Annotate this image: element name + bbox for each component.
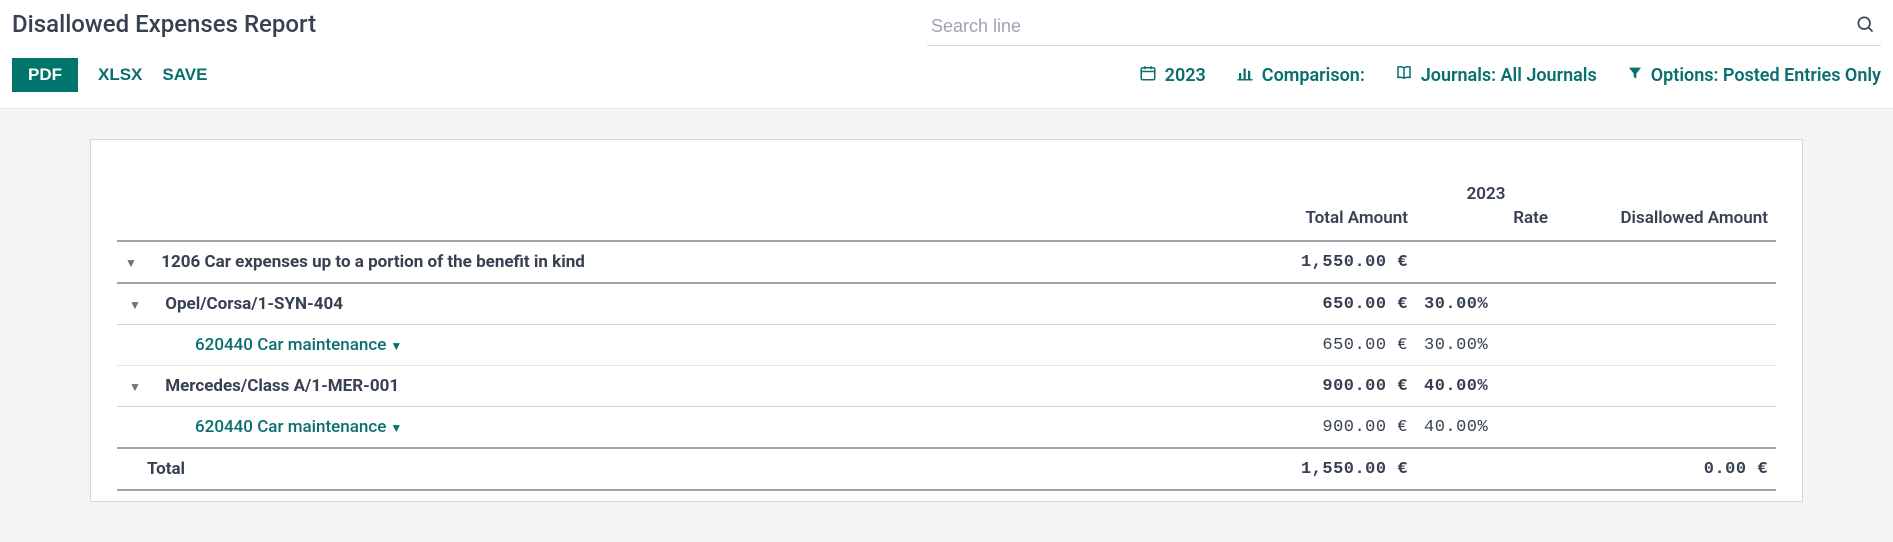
group-name: Mercedes/Class A/1-MER-001 xyxy=(165,376,399,396)
filter-journals[interactable]: Journals: All Journals xyxy=(1395,64,1597,87)
leaf-rate: 40.00% xyxy=(1416,407,1556,449)
search-icon[interactable] xyxy=(1855,14,1875,38)
group-rate: 30.00% xyxy=(1416,283,1556,325)
col-disallowed-amount: Disallowed Amount xyxy=(1556,206,1776,241)
group-total: 900.00 € xyxy=(1226,366,1416,407)
filter-period-label: 2023 xyxy=(1165,65,1206,86)
leaf-row[interactable]: 620440 Car maintenance ▼ 650.00 € 30.00% xyxy=(117,325,1776,366)
save-button[interactable]: SAVE xyxy=(162,65,207,85)
filter-icon xyxy=(1627,65,1643,86)
search-input[interactable] xyxy=(927,10,1881,46)
filter-comparison-label: Comparison: xyxy=(1262,65,1365,86)
caret-down-icon[interactable]: ▼ xyxy=(390,339,402,353)
total-disallowed: 0.00 € xyxy=(1556,448,1776,490)
col-total-amount: Total Amount xyxy=(1226,206,1416,241)
group-total: 650.00 € xyxy=(1226,283,1416,325)
section-name: 1206 Car expenses up to a portion of the… xyxy=(161,252,585,272)
section-total: 1,550.00 € xyxy=(1226,241,1416,283)
group-row[interactable]: ▼ Opel/Corsa/1-SYN-404 650.00 € 30.00% xyxy=(117,283,1776,325)
leaf-row[interactable]: 620440 Car maintenance ▼ 900.00 € 40.00% xyxy=(117,407,1776,449)
group-name: Opel/Corsa/1-SYN-404 xyxy=(165,294,343,314)
group-row[interactable]: ▼ Mercedes/Class A/1-MER-001 900.00 € 40… xyxy=(117,366,1776,407)
leaf-rate: 30.00% xyxy=(1416,325,1556,366)
filter-period[interactable]: 2023 xyxy=(1139,64,1206,87)
filter-options-label: Options: Posted Entries Only xyxy=(1651,65,1881,86)
filter-journals-label: Journals: All Journals xyxy=(1421,65,1597,86)
report-panel: 2023 Total Amount Rate Disallowed Amount… xyxy=(90,139,1803,502)
leaf-total: 900.00 € xyxy=(1226,407,1416,449)
caret-down-icon[interactable]: ▼ xyxy=(125,256,139,270)
total-label: Total xyxy=(117,448,1226,490)
filter-options[interactable]: Options: Posted Entries Only xyxy=(1627,65,1881,86)
group-rate: 40.00% xyxy=(1416,366,1556,407)
page-title: Disallowed Expenses Report xyxy=(12,10,316,38)
bar-chart-icon xyxy=(1236,64,1254,87)
total-amount: 1,550.00 € xyxy=(1226,448,1416,490)
leaf-name[interactable]: 620440 Car maintenance xyxy=(195,335,386,355)
search-container xyxy=(927,10,1881,46)
caret-down-icon[interactable]: ▼ xyxy=(129,380,143,394)
filter-comparison[interactable]: Comparison: xyxy=(1236,64,1365,87)
pdf-button[interactable]: PDF xyxy=(12,58,78,92)
caret-down-icon[interactable]: ▼ xyxy=(129,298,143,312)
calendar-icon xyxy=(1139,64,1157,87)
section-row[interactable]: ▼ 1206 Car expenses up to a portion of t… xyxy=(117,241,1776,283)
report-table: 2023 Total Amount Rate Disallowed Amount… xyxy=(117,174,1776,491)
total-row: Total 1,550.00 € 0.00 € xyxy=(117,448,1776,490)
book-icon xyxy=(1395,64,1413,87)
caret-down-icon[interactable]: ▼ xyxy=(390,421,402,435)
col-year: 2023 xyxy=(1416,174,1556,206)
xlsx-button[interactable]: XLSX xyxy=(98,65,142,85)
leaf-total: 650.00 € xyxy=(1226,325,1416,366)
leaf-name[interactable]: 620440 Car maintenance xyxy=(195,417,386,437)
col-rate: Rate xyxy=(1416,206,1556,241)
